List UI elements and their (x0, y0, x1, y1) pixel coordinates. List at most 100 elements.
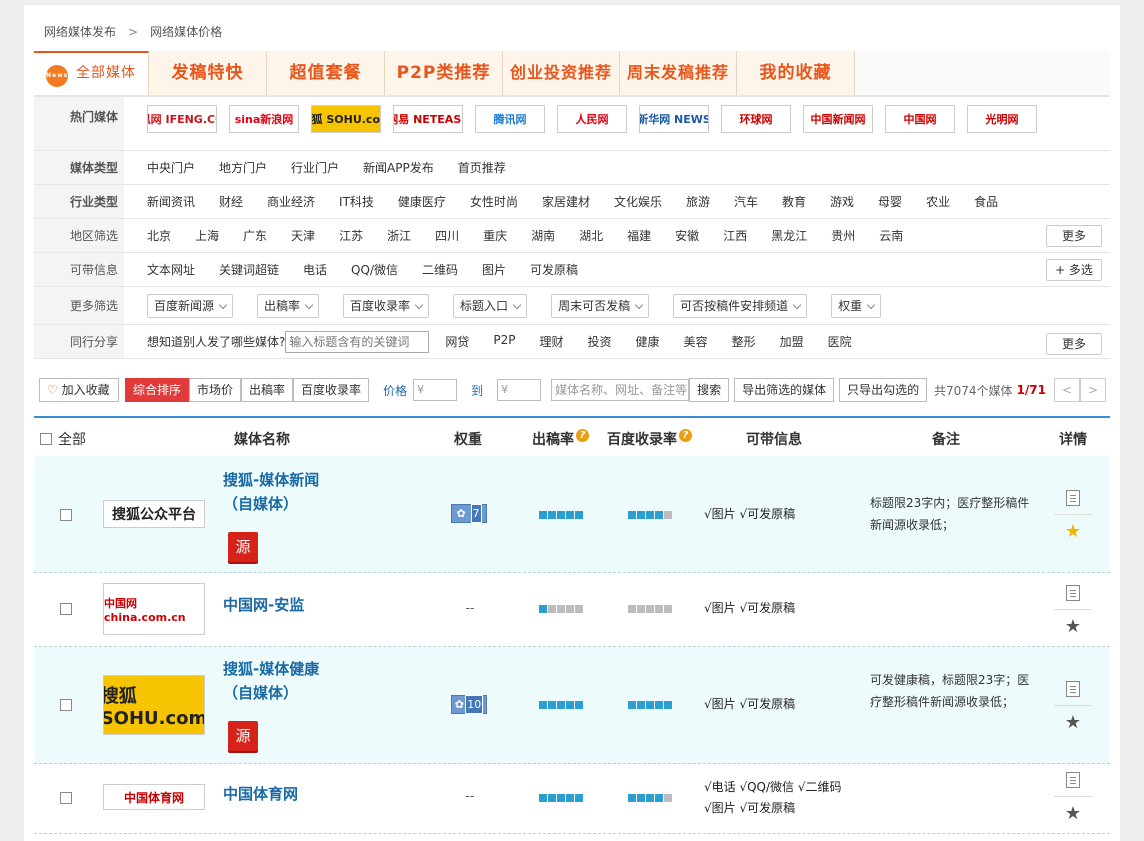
breadcrumb-root[interactable]: 网络媒体发布 (44, 23, 116, 40)
sort-composite[interactable]: 综合排序 (125, 378, 190, 402)
peer-share-tag[interactable]: 投资 (588, 333, 612, 350)
logo-china[interactable]: 中国网 (885, 105, 955, 133)
extra-info-option[interactable]: 二维码 (422, 261, 458, 278)
more-filter-dropdown[interactable]: 可否按稿件安排频道 (673, 293, 808, 318)
multi-select-button[interactable]: + 多选 (1046, 259, 1102, 281)
extra-info-option[interactable]: 电话 (303, 261, 327, 278)
sort-baidu-rate[interactable]: 百度收录率 (293, 378, 370, 402)
tab-favorites[interactable]: 我的收藏 (737, 51, 855, 95)
industry-option[interactable]: 新闻资讯 (147, 193, 195, 210)
peer-share-tag[interactable]: P2P (493, 333, 515, 350)
logo-gmw[interactable]: 光明网 (967, 105, 1037, 133)
industry-option[interactable]: 旅游 (686, 193, 710, 210)
industry-option[interactable]: IT科技 (339, 193, 374, 210)
more-filter-dropdown[interactable]: 百度收录率 (343, 293, 430, 318)
more-filter-dropdown[interactable]: 周末可否发稿 (551, 293, 650, 318)
region-option[interactable]: 重庆 (483, 227, 507, 244)
tab-startup[interactable]: 创业投资推荐 (503, 51, 620, 95)
media-type-option[interactable]: 中央门户 (147, 159, 195, 176)
help-icon[interactable]: ? (679, 429, 692, 442)
media-type-option[interactable]: 首页推荐 (458, 159, 506, 176)
peer-share-tag[interactable]: 健康 (636, 333, 660, 350)
industry-option[interactable]: 食品 (974, 193, 998, 210)
region-option[interactable]: 福建 (627, 227, 651, 244)
industry-option[interactable]: 女性时尚 (470, 193, 518, 210)
logo-netease[interactable]: 网易 NETEASE (393, 105, 463, 133)
region-option[interactable]: 黑龙江 (771, 227, 807, 244)
industry-option[interactable]: 家居建材 (542, 193, 590, 210)
media-search-input[interactable]: 媒体名称、网址、备注等 (551, 379, 690, 401)
logo-ifeng[interactable]: 凤凰网 IFENG.COM (147, 105, 217, 133)
industry-option[interactable]: 游戏 (830, 193, 854, 210)
tab-fast-publish[interactable]: 发稿特快 (149, 51, 267, 95)
logo-sina[interactable]: sina新浪网 (229, 105, 299, 133)
favorite-star-icon[interactable]: ★ (1054, 618, 1092, 636)
industry-option[interactable]: 农业 (926, 193, 950, 210)
favorite-star-icon[interactable]: ★ (1054, 805, 1092, 823)
extra-info-option[interactable]: 可发原稿 (530, 261, 578, 278)
region-option[interactable]: 贵州 (831, 227, 855, 244)
region-option[interactable]: 湖南 (531, 227, 555, 244)
region-option[interactable]: 北京 (147, 227, 171, 244)
logo-xinhua[interactable]: 新华网 NEWS (639, 105, 709, 133)
region-option[interactable]: 浙江 (387, 227, 411, 244)
peer-keyword-input[interactable] (285, 330, 430, 353)
industry-option[interactable]: 母婴 (878, 193, 902, 210)
tab-all-media[interactable]: News 全部媒体 (34, 51, 149, 95)
favorite-star-icon[interactable]: ★ (1054, 714, 1092, 732)
region-option[interactable]: 江西 (723, 227, 747, 244)
industry-option[interactable]: 健康医疗 (398, 193, 446, 210)
next-page-button[interactable]: > (1080, 378, 1106, 402)
peer-share-tag[interactable]: 加盟 (780, 333, 804, 350)
region-option[interactable]: 云南 (879, 227, 903, 244)
media-type-option[interactable]: 新闻APP发布 (363, 159, 434, 176)
add-favorite-button[interactable]: ♡ 加入收藏 (39, 378, 119, 402)
region-option[interactable]: 四川 (435, 227, 459, 244)
favorite-star-icon[interactable]: ★ (1054, 523, 1092, 541)
media-name-link[interactable]: 搜狐-媒体新闻（自媒体） (223, 468, 333, 516)
region-option[interactable]: 江苏 (339, 227, 363, 244)
region-option[interactable]: 上海 (195, 227, 219, 244)
tab-p2p[interactable]: P2P类推荐 (385, 51, 503, 95)
more-filter-dropdown[interactable]: 权重 (831, 293, 882, 318)
row-checkbox[interactable] (60, 699, 72, 711)
logo-huanqiu[interactable]: 环球网 (721, 105, 791, 133)
logo-chinanews[interactable]: 中国新闻网 (803, 105, 873, 133)
export-filtered-button[interactable]: 导出筛选的媒体 (734, 378, 835, 402)
row-checkbox[interactable] (60, 509, 72, 521)
select-all-checkbox[interactable] (40, 433, 52, 445)
price-min-input[interactable]: ¥ (413, 379, 458, 401)
peer-share-tag[interactable]: 美容 (684, 333, 708, 350)
detail-doc-icon[interactable] (1066, 681, 1080, 697)
peer-share-tag[interactable]: 医院 (828, 333, 852, 350)
peer-share-tag[interactable]: 整形 (732, 333, 756, 350)
price-max-input[interactable]: ¥ (497, 379, 542, 401)
extra-info-option[interactable]: 关键词超链 (219, 261, 279, 278)
select-all[interactable]: 全部 (40, 429, 86, 449)
extra-info-option[interactable]: QQ/微信 (351, 261, 398, 278)
region-more-button[interactable]: 更多 (1046, 225, 1102, 247)
media-name-link[interactable]: 中国网-安监 (223, 593, 373, 617)
media-name-link[interactable]: 搜狐-媒体健康（自媒体） (223, 657, 333, 705)
row-checkbox[interactable] (60, 792, 72, 804)
region-option[interactable]: 湖北 (579, 227, 603, 244)
industry-option[interactable]: 商业经济 (267, 193, 315, 210)
region-option[interactable]: 广东 (243, 227, 267, 244)
more-filter-dropdown[interactable]: 标题入口 (453, 293, 528, 318)
more-filter-dropdown[interactable]: 出稿率 (257, 293, 320, 318)
logo-people[interactable]: 人民网 (557, 105, 627, 133)
peer-share-tag[interactable]: 网贷 (445, 333, 469, 350)
media-name-link[interactable]: 中国体育网 (223, 782, 373, 806)
prev-page-button[interactable]: < (1054, 378, 1080, 402)
sort-publish-rate[interactable]: 出稿率 (241, 378, 294, 402)
detail-doc-icon[interactable] (1066, 772, 1080, 788)
region-option[interactable]: 天津 (291, 227, 315, 244)
extra-info-option[interactable]: 图片 (482, 261, 506, 278)
peer-more-button[interactable]: 更多 (1046, 333, 1102, 355)
detail-doc-icon[interactable] (1066, 490, 1080, 506)
extra-info-option[interactable]: 文本网址 (147, 261, 195, 278)
export-checked-button[interactable]: 只导出勾选的 (839, 378, 928, 402)
logo-sohu[interactable]: 搜狐 SOHU.com (311, 105, 381, 133)
row-checkbox[interactable] (60, 603, 72, 615)
help-icon[interactable]: ? (576, 429, 589, 442)
